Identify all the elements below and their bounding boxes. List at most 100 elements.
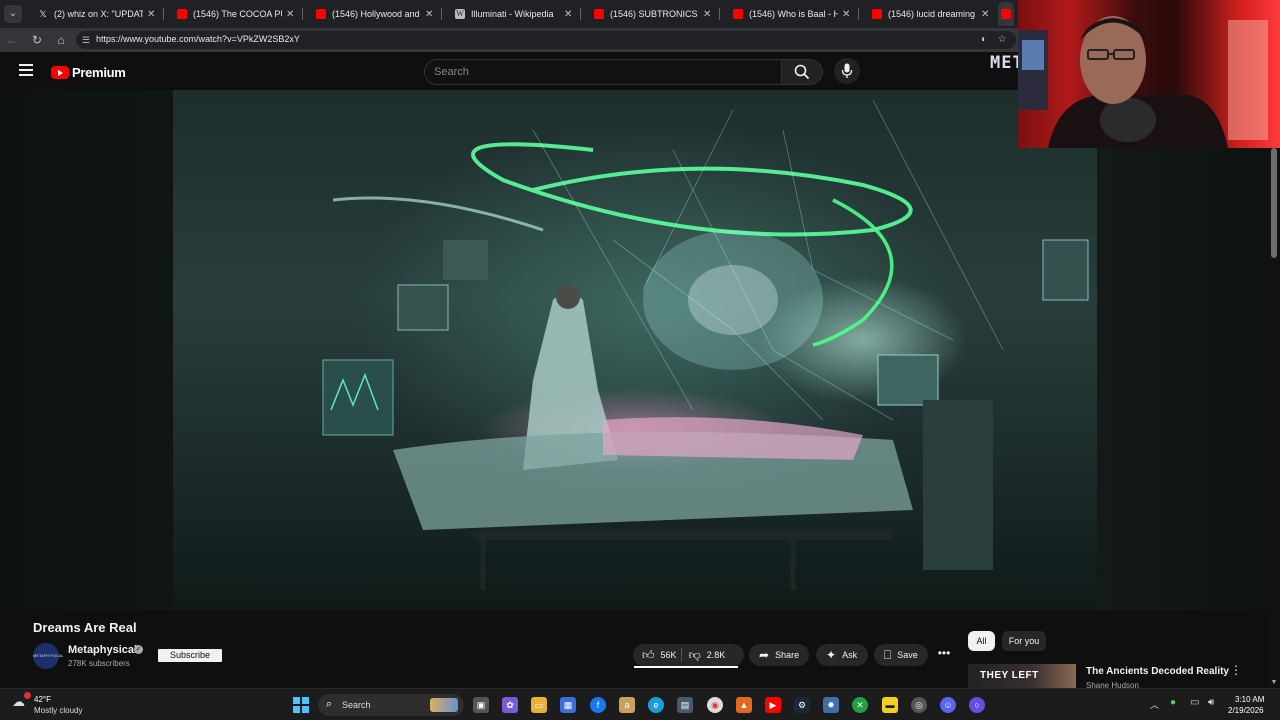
windows-start-icon[interactable] (293, 697, 309, 713)
epic-icon[interactable]: ✸ (823, 697, 839, 713)
tab-search-menu-button[interactable]: ⌄ (4, 5, 22, 23)
menu-icon[interactable] (19, 64, 33, 76)
tab-title: (2) whiz on X: "UPDATE: @lu (54, 9, 143, 19)
translate-icon[interactable]: ◐ (978, 34, 990, 46)
ask-label: Ask (842, 650, 858, 660)
edge-icon[interactable]: e (648, 697, 664, 713)
taskbar-search[interactable]: ⌕ Search (318, 694, 464, 716)
xbox-icon[interactable]: ✕ (852, 697, 868, 713)
close-tab-icon[interactable]: ✕ (981, 9, 991, 20)
discord-icon[interactable]: ☺ (940, 697, 956, 713)
amazon-icon[interactable]: a (619, 697, 635, 713)
share-button[interactable]: ➦ Share (749, 644, 809, 666)
dislike-button[interactable]: 👎︎ 2.8K (686, 644, 726, 666)
youtube-icon (1001, 9, 1011, 19)
network-icon[interactable]: ▭ (1190, 697, 1199, 708)
tray-overflow-icon[interactable]: ︿ (1150, 698, 1159, 711)
url-text: https://www.youtube.com/watch?v=VPkZW2SB… (96, 34, 300, 44)
youtube-app-icon[interactable]: ▶ (765, 697, 781, 713)
microsoft-store-icon[interactable]: ▦ (560, 697, 576, 713)
clock-time[interactable]: 3:10 AM (1235, 695, 1264, 704)
search-input[interactable] (434, 66, 764, 78)
browser-tab[interactable]: (1546) Hollywood and the C ✕ (302, 2, 441, 26)
search-button[interactable] (781, 59, 823, 85)
chrome-icon[interactable]: ◉ (707, 697, 723, 713)
close-tab-icon[interactable]: ✕ (147, 9, 157, 20)
recommended-more-icon[interactable]: ⋮ (1230, 663, 1242, 677)
subscribe-button[interactable]: Subscribe (158, 649, 222, 662)
save-button[interactable]: ⎕ Save (874, 644, 928, 666)
bookmark-icon[interactable]: ☆ (996, 34, 1008, 46)
page-scrollbar[interactable]: ▲ ▼ (1268, 90, 1280, 688)
close-tab-icon[interactable]: ✕ (703, 9, 713, 20)
browser-tab[interactable]: (1546) SUBTRONICS LIVE @ ✕ (580, 2, 719, 26)
calculator-icon[interactable]: ▤ (677, 697, 693, 713)
recommended-video-title[interactable]: The Ancients Decoded Reality (1086, 666, 1229, 677)
close-tab-icon[interactable]: ✕ (842, 9, 852, 20)
sticky-notes-icon[interactable]: ▬ (882, 697, 898, 713)
close-tab-icon[interactable]: ✕ (286, 9, 296, 20)
more-actions-icon[interactable]: ••• (935, 647, 953, 662)
home-icon[interactable]: ⌂ (53, 32, 69, 48)
clock-date[interactable]: 2/19/2026 (1228, 706, 1264, 715)
vlc-icon[interactable]: ▲ (736, 697, 752, 713)
youtube-header: Premium (0, 52, 1018, 90)
task-view-icon[interactable]: ▣ (473, 697, 489, 713)
thumbnail-text: THEY LEFT (980, 670, 1039, 681)
search-highlight-icon (430, 698, 458, 712)
youtube-icon (177, 9, 187, 19)
tab-title: (1546) The COCOA PUFFS C (193, 9, 282, 19)
back-icon[interactable]: ← (4, 32, 20, 48)
windows-taskbar: ☁ 42°F Mostly cloudy ⌕ Search ▣ ✿ ▭ ▦ f … (0, 688, 1280, 720)
tab-title: (1546) SUBTRONICS LIVE @ (610, 9, 699, 19)
close-tab-icon[interactable]: ✕ (425, 9, 435, 20)
reload-icon[interactable]: ↻ (29, 32, 45, 48)
browser-tab[interactable]: 𝕏 (2) whiz on X: "UPDATE: @lu ✕ (24, 2, 163, 26)
youtube-icon (733, 9, 743, 19)
weather-condition[interactable]: Mostly cloudy (34, 706, 82, 715)
site-info-icon[interactable]: ☰ (82, 34, 94, 46)
address-bar[interactable]: ☰ https://www.youtube.com/watch?v=VPkZW2… (76, 31, 1016, 49)
voice-search-button[interactable] (834, 58, 860, 84)
close-tab-icon[interactable]: ✕ (564, 9, 574, 20)
browser-tab[interactable]: W Illuminati - Wikipedia ✕ (441, 2, 580, 26)
weather-temperature[interactable]: 42°F (34, 695, 51, 704)
video-frame (173, 90, 1097, 610)
dislike-count: 2.8K (706, 650, 726, 660)
channel-name[interactable]: Metaphysical (68, 644, 137, 656)
video-title: Dreams Are Real (33, 620, 137, 635)
scroll-down-arrow-icon[interactable]: ▼ (1270, 679, 1278, 686)
video-player[interactable] (0, 90, 1268, 610)
chip-for-you[interactable]: For you (1002, 631, 1046, 651)
browser-tab[interactable]: (1546) Who is Baal - How a ✕ (719, 2, 858, 26)
browser-tab-strip: ⌄ 𝕏 (2) whiz on X: "UPDATE: @lu ✕ (1546)… (0, 0, 1018, 28)
youtube-premium-logo[interactable]: Premium (51, 65, 126, 80)
microphone-icon (841, 63, 853, 78)
brand-label: Premium (72, 65, 126, 80)
thumbs-down-icon: 👎︎ (688, 647, 701, 662)
chip-all[interactable]: All (968, 631, 995, 651)
scrollbar-thumb[interactable] (1271, 148, 1277, 258)
obs-icon[interactable]: ◎ (911, 697, 927, 713)
youtube-icon (594, 9, 604, 19)
file-explorer-icon[interactable]: ▭ (531, 697, 547, 713)
search-box[interactable] (424, 59, 782, 85)
like-divider (680, 648, 682, 662)
taskbar-search-label: Search (342, 700, 371, 710)
steam-icon[interactable]: ⚙ (794, 697, 810, 713)
like-button[interactable]: 👍︎ 56K (633, 644, 677, 666)
active-browser-tab[interactable] (998, 2, 1014, 26)
cortana-icon[interactable]: ○ (969, 697, 985, 713)
facebook-icon[interactable]: f (590, 697, 606, 713)
video-scene-illustration (322, 99, 1089, 590)
volume-icon[interactable]: 🔊︎ (1208, 697, 1214, 708)
channel-avatar[interactable]: METAPHYSICAL (33, 643, 64, 669)
copilot-icon[interactable]: ✿ (502, 697, 518, 713)
recommended-video-thumbnail[interactable]: THEY LEFT (968, 664, 1076, 688)
browser-tab[interactable]: (1546) The COCOA PUFFS C ✕ (163, 2, 302, 26)
browser-tab[interactable]: (1546) lucid dreaming - You ✕ (858, 2, 997, 26)
ask-button[interactable]: ✦ Ask (816, 644, 868, 666)
youtube-icon (872, 9, 882, 19)
search-icon (794, 64, 810, 80)
microphone-tray-icon[interactable]: ● (1170, 697, 1176, 708)
